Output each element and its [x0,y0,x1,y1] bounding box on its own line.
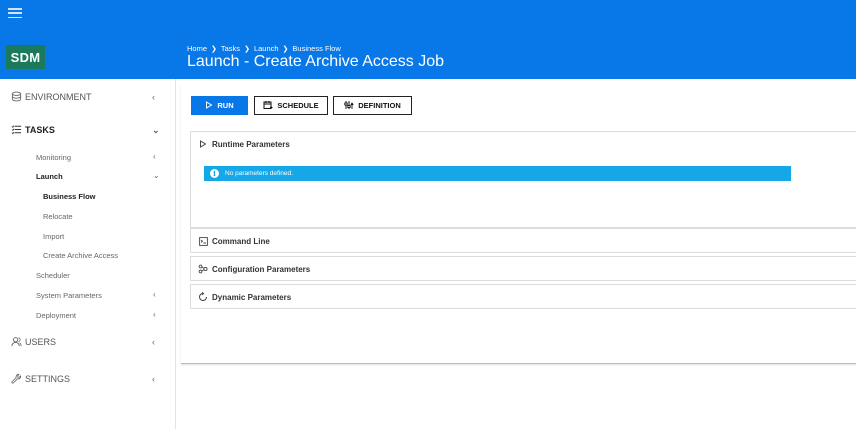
breadcrumb-chevron-icon: ❯ [244,45,250,53]
run-button-label: RUN [217,101,234,110]
sidebar-item-label: Scheduler [36,271,70,280]
info-icon: i [210,169,219,178]
sidebar-item-business-flow[interactable]: Business Flow [0,189,176,205]
sidebar-section-label: USERS [25,337,57,347]
schedule-button-label: SCHEDULE [277,101,319,110]
dynamic-parameters-panel: Dynamic Parameters [190,284,856,309]
sidebar-section-settings[interactable]: SETTINGS ‹ [0,369,176,389]
sidebar-section-label: ENVIRONMENT [25,92,92,102]
users-icon [11,336,23,348]
sidebar-item-monitoring[interactable]: Monitoring ‹ [0,150,176,166]
chevron-down-icon: ⌄ [153,171,160,180]
sidebar-section-label: SETTINGS [25,374,71,384]
breadcrumb-chevron-icon: ❯ [282,45,289,53]
sidebar-item-label: Monitoring [36,153,72,162]
database-icon [11,91,23,103]
sidebar-item-launch[interactable]: Launch ⌄ [0,169,176,185]
definition-button-label: DEFINITION [358,101,401,110]
chevron-left-icon: ‹ [153,310,156,319]
breadcrumb-tasks[interactable]: Tasks [221,44,240,53]
page-title: Launch - Create Archive Access Job [187,53,445,70]
sidebar: ENVIRONMENT ‹ TASKS ⌄ Monitoring ‹ Launc… [0,79,176,429]
panel-title: Command Line [212,236,270,246]
chevron-left-icon: ‹ [152,374,155,384]
dynamic-parameters-header[interactable]: Dynamic Parameters [191,285,856,309]
sidebar-item-label: Create Archive Access [43,251,119,260]
breadcrumb: Home ❯ Tasks ❯ Launch ❯ Business Flow [187,44,341,53]
sidebar-section-label: TASKS [25,125,55,135]
calendar-icon [263,100,273,112]
runtime-parameters-header[interactable]: Runtime Parameters [191,132,856,156]
schedule-button[interactable]: SCHEDULE [254,96,328,115]
sidebar-item-deployment[interactable]: Deployment ‹ [0,308,176,324]
info-message-bar: i No parameters defined. [204,166,791,181]
sidebar-item-label: System Parameters [36,291,102,300]
wrench-icon [11,373,23,385]
sidebar-section-tasks[interactable]: TASKS ⌄ [0,120,176,140]
chevron-down-icon: ⌄ [152,125,160,135]
app-logo: SDM [6,45,45,69]
top-bar: SDM Home ❯ Tasks ❯ Launch ❯ Business Flo… [0,0,856,79]
play-icon [205,100,213,111]
sidebar-section-environment[interactable]: ENVIRONMENT ‹ [0,87,176,107]
command-line-header[interactable]: Command Line [191,229,856,253]
sidebar-item-create-archive-access[interactable]: Create Archive Access [0,248,176,264]
definition-icon [344,100,354,112]
sidebar-item-system-parameters[interactable]: System Parameters ‹ [0,288,176,304]
sidebar-item-scheduler[interactable]: Scheduler [0,268,176,284]
sidebar-item-label: Import [43,232,65,241]
panel-title: Runtime Parameters [212,139,290,149]
configuration-parameters-panel: Configuration Parameters [190,256,856,281]
run-button[interactable]: RUN [191,96,248,115]
terminal-icon [198,236,208,246]
sidebar-item-import[interactable]: Import [0,229,176,245]
sidebar-item-relocate[interactable]: Relocate [0,209,176,225]
chevron-left-icon: ‹ [152,337,155,347]
list-icon [11,124,23,136]
config-icon [198,264,208,274]
panel-title: Dynamic Parameters [212,292,292,302]
breadcrumb-business-flow: Business Flow [292,44,341,53]
breadcrumb-launch[interactable]: Launch [254,44,279,53]
chevron-left-icon: ‹ [152,92,155,102]
info-message-text: No parameters defined. [225,170,293,177]
configuration-parameters-header[interactable]: Configuration Parameters [191,257,856,281]
breadcrumb-home[interactable]: Home [187,44,207,53]
chevron-left-icon: ‹ [153,290,156,299]
sidebar-item-label: Launch [36,172,63,181]
definition-button[interactable]: DEFINITION [333,96,412,115]
sidebar-section-users[interactable]: USERS ‹ [0,332,176,352]
sidebar-item-label: Business Flow [43,192,96,201]
sidebar-item-label: Relocate [43,212,73,221]
hamburger-menu-icon[interactable] [8,8,22,18]
command-line-panel: Command Line [190,228,856,253]
breadcrumb-chevron-icon: ❯ [211,45,217,53]
refresh-icon [198,292,208,302]
chevron-left-icon: ‹ [153,152,156,161]
panel-title: Configuration Parameters [212,264,311,274]
triangle-right-icon [198,140,208,148]
sidebar-item-label: Deployment [36,311,77,320]
